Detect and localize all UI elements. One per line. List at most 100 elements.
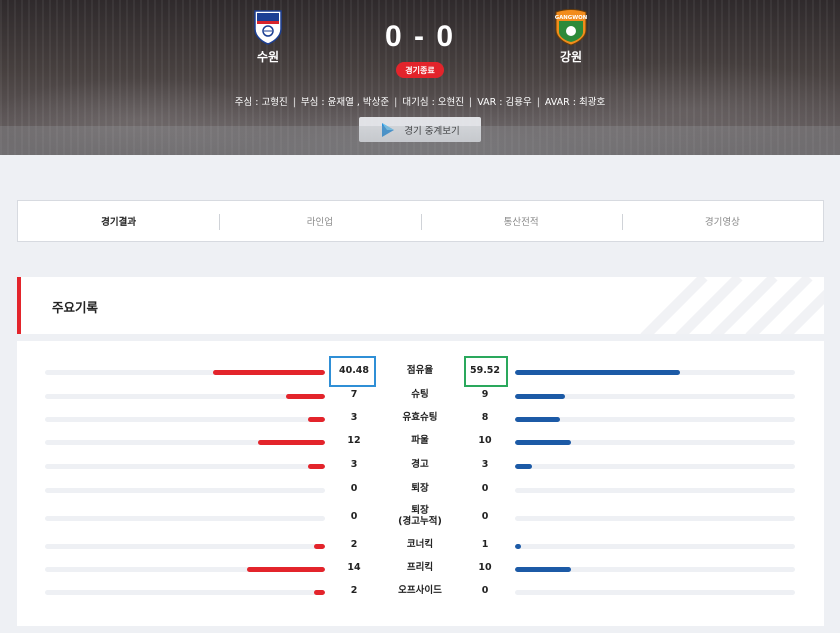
away-stat-bar [515,370,681,375]
gangwon-crest-icon: GANGWON [553,8,589,46]
away-stat-value: 1 [481,539,489,550]
section-accent-bar [17,277,21,334]
stat-label: 오프사이드 [398,585,442,596]
away-stat-track [515,567,795,572]
stat-label: 점유율 [406,365,434,376]
stat-row: 0 퇴장 0 [17,480,824,500]
home-stat-bar [313,544,325,549]
home-stat-bar [257,440,325,445]
stat-row: 14 프리킥 10 [17,559,824,579]
status-badge: 경기종료 [396,62,444,78]
away-stat-bar [515,567,571,572]
officials-line: 주심 : 고형진 | 부심 : 윤재열 , 박상준 | 대기심 : 오현진 | VAR : … [234,97,606,108]
stat-label: 슈팅 [411,389,429,400]
away-stat-value: 10 [478,562,492,573]
suwon-crest-icon [252,8,284,46]
stat-row: 2 오프사이드 0 [17,582,824,602]
away-stat-value: 3 [481,459,489,470]
home-stat-track [45,464,325,469]
possession-away-highlight [464,356,508,387]
stat-row: 3 유효슈팅 8 [17,409,824,429]
stat-row: 7 슈팅 9 [17,386,824,406]
home-stat-track [45,590,325,595]
stat-label: 퇴장 (경고누적) [398,505,442,527]
stat-row: 12 파울 10 [17,432,824,452]
away-stat-track [515,488,795,493]
away-stat-track [515,394,795,399]
home-stat-value: 2 [350,539,358,550]
home-stat-value: 3 [350,459,358,470]
home-stat-value: 14 [347,562,361,573]
score-separator: - [414,20,426,53]
official-assistants: 부심 : 윤재열 , 박상준 [300,97,390,108]
home-stat-track [45,567,325,572]
away-stat-track [515,544,795,549]
away-stat-bar [515,440,571,445]
away-stat-value: 0 [481,585,489,596]
home-stat-track [45,516,325,521]
match-score: 0 - 0 [360,20,480,54]
away-score: 0 [436,20,456,53]
stat-label: 프리킥 [406,562,434,573]
home-stat-track [45,544,325,549]
watch-broadcast-button[interactable]: 경기 중계보기 [359,117,481,142]
away-stat-bar [515,544,521,549]
away-stat-track [515,590,795,595]
home-stat-value: 0 [350,511,358,522]
away-stat-value: 0 [481,483,489,494]
away-stat-track [515,464,795,469]
match-tabs: 경기결과 라인업 통산전적 경기영상 [17,200,824,242]
home-stat-bar [246,567,325,572]
home-stat-track [45,440,325,445]
home-stat-bar [285,394,325,399]
home-stat-bar [313,590,325,595]
official-referee: 주심 : 고형진 [234,97,288,108]
stat-row: 2 코너킥 1 [17,536,824,556]
tab-match-video[interactable]: 경기영상 [621,201,823,241]
tab-match-result[interactable]: 경기결과 [18,201,219,241]
home-team-name: 수원 [256,50,280,64]
away-stat-track [515,370,795,375]
stat-label: 퇴장 [411,483,429,494]
official-avar: AVAR : 최광호 [544,97,606,108]
section-title: 주요기록 [52,300,99,315]
official-var: VAR : 김용우 [477,97,532,108]
away-stat-value: 0 [481,511,489,522]
away-team-name: 강원 [559,50,583,64]
away-stat-bar [515,417,560,422]
home-stat-bar [308,464,325,469]
away-stat-track [515,516,795,521]
away-stat-bar [515,394,566,399]
stat-label: 코너킥 [406,539,434,550]
away-stat-track [515,417,795,422]
official-fourth: 대기심 : 오현진 [402,97,465,108]
home-stat-value: 0 [350,483,358,494]
section-header: 주요기록 [17,277,824,334]
home-score: 0 [384,20,404,53]
stat-label: 유효슈팅 [402,412,438,423]
home-stat-value: 2 [350,585,358,596]
away-stat-track [515,440,795,445]
watch-broadcast-label: 경기 중계보기 [404,125,460,137]
home-stat-track [45,394,325,399]
possession-home-highlight [329,356,376,387]
home-stat-bar [213,370,325,375]
svg-text:GANGWON: GANGWON [555,15,588,21]
home-stat-value: 3 [350,412,358,423]
home-stat-value: 12 [347,435,361,446]
tab-head-to-head[interactable]: 통산전적 [420,201,622,241]
decorative-pattern-icon [640,277,824,334]
stat-row: 40.48 점유율 59.52 [17,362,824,382]
stat-row: 3 경고 3 [17,456,824,476]
match-header: GANGWON 수원 강원 0 - 0 경기종료 주심 : 고형진 | 부심 : 윤… [0,0,840,155]
tab-lineup[interactable]: 라인업 [219,201,420,241]
home-stat-value: 7 [350,389,358,400]
stat-label: 경고 [411,459,429,470]
home-stat-track [45,370,325,375]
stats-panel: 40.48 점유율 59.52 7 슈팅 9 3 유효슈팅 8 12 파울 10 3 경고 3 0 퇴장 0 0 퇴장… [17,341,824,626]
away-stat-value: 8 [481,412,489,423]
away-stat-value: 9 [481,389,489,400]
away-stat-value: 10 [478,435,492,446]
home-stat-bar [308,417,325,422]
play-icon [380,122,396,138]
